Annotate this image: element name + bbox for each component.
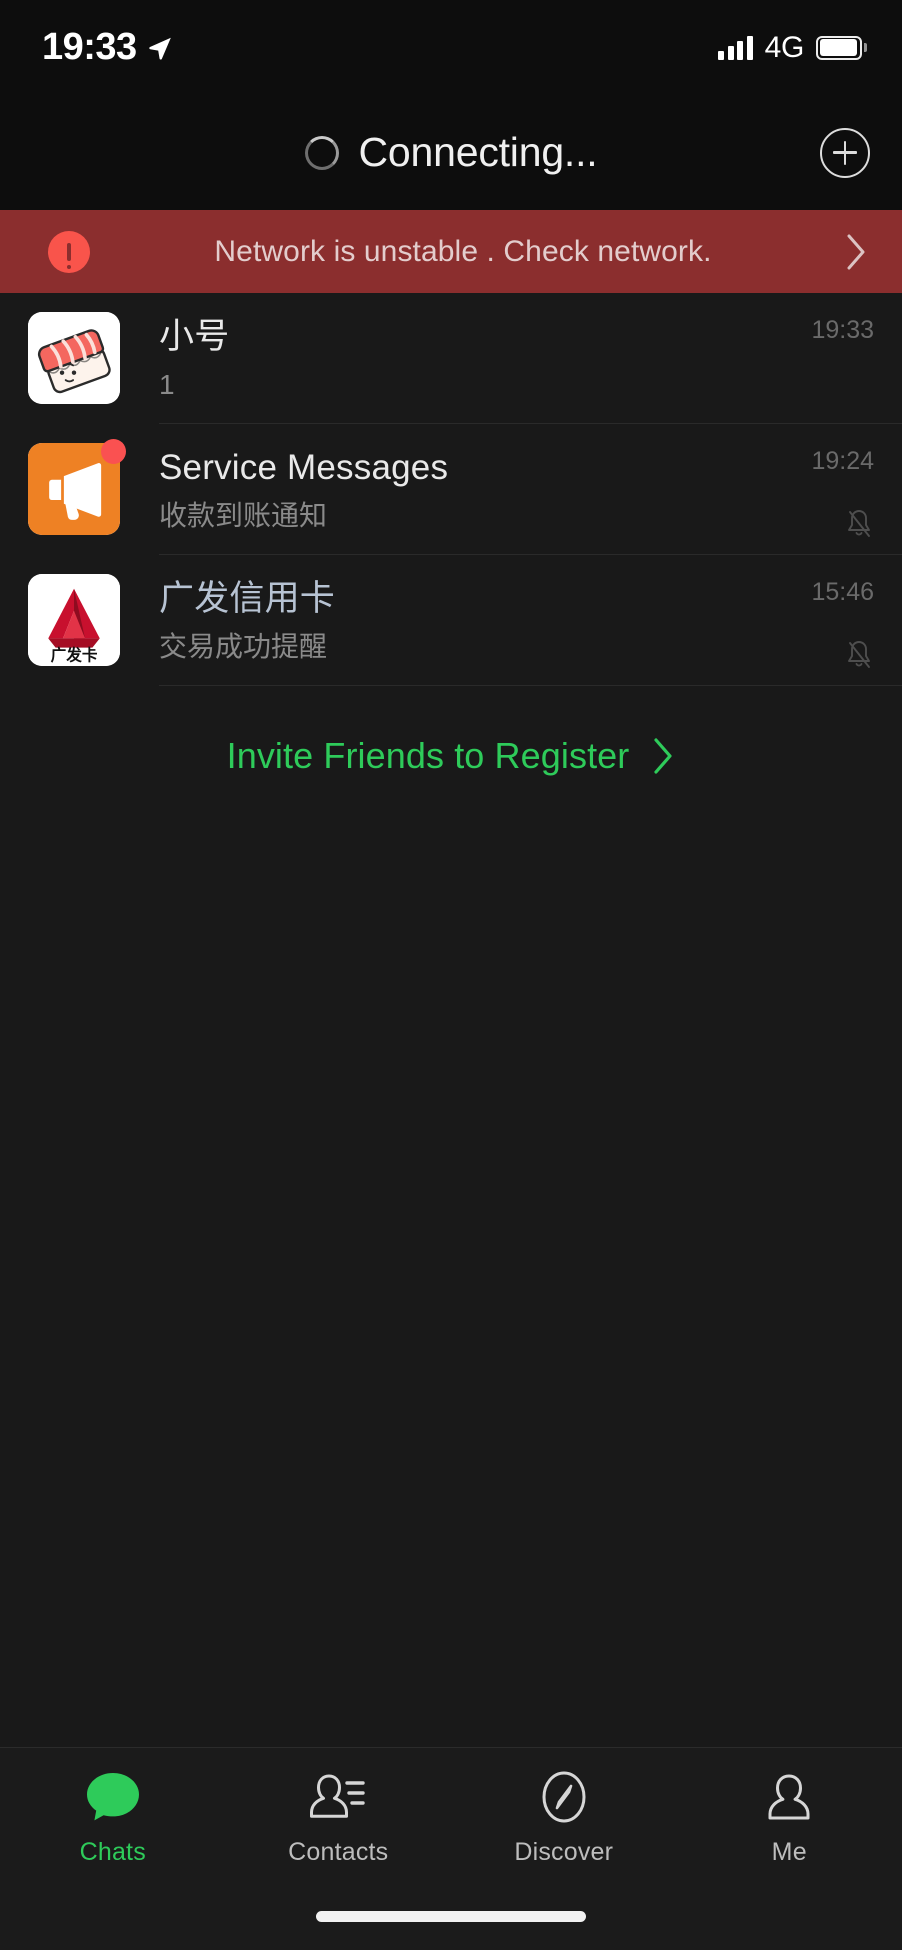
tab-label-discover: Discover <box>514 1838 614 1866</box>
location-arrow-icon <box>149 37 171 60</box>
avatar-container <box>28 312 120 404</box>
cgb-card-avatar: 广发卡 <box>28 574 120 666</box>
svg-text:广发卡: 广发卡 <box>51 645 98 664</box>
status-bar-clock: 19:33 <box>42 26 137 68</box>
tab-discover[interactable]: Discover <box>451 1770 677 1867</box>
chat-list-item[interactable]: 广发卡 广发信用卡 交易成功提醒 15:46 <box>0 555 902 686</box>
network-type-label: 4G <box>764 30 805 64</box>
tab-label-chats: Chats <box>79 1838 146 1866</box>
tab-me[interactable]: Me <box>677 1770 902 1867</box>
avatar-container <box>28 439 126 535</box>
chat-item-preview: 交易成功提醒 <box>159 630 328 662</box>
nav-title-group: Connecting... <box>304 129 598 176</box>
plus-circle-icon[interactable] <box>820 127 870 178</box>
chat-item-timestamp: 15:46 <box>811 578 874 606</box>
chevron-right-icon <box>847 234 865 269</box>
person-icon <box>762 1770 816 1824</box>
chat-bubble-icon <box>85 1770 141 1824</box>
unread-badge-dot <box>101 439 126 464</box>
status-bar-left: 19:33 <box>42 26 173 69</box>
chat-item-title: 广发信用卡 <box>159 578 336 618</box>
chat-item-body: Service Messages 收款到账通知 19:24 <box>159 424 902 555</box>
chat-list-item[interactable]: Service Messages 收款到账通知 19:24 <box>0 424 902 555</box>
chevron-right-icon <box>654 738 672 774</box>
chat-list: 小号 1 19:33 Service Messages 收款到账通知 19:24… <box>0 293 902 686</box>
compass-icon <box>537 1770 591 1824</box>
status-bar-right: 4G <box>718 30 867 65</box>
signal-bars-icon <box>718 35 753 60</box>
status-bar: 19:33 4G <box>0 0 902 95</box>
avatar-container: 广发卡 <box>28 574 120 666</box>
chat-item-title: 小号 <box>159 316 230 356</box>
nav-bar: Connecting... <box>0 95 902 210</box>
chat-item-preview: 1 <box>159 368 175 400</box>
chat-list-item[interactable]: 小号 1 19:33 <box>0 293 902 424</box>
sushi-avatar <box>28 312 120 404</box>
mute-bell-icon <box>844 507 874 544</box>
network-status-banner[interactable]: Network is unstable . Check network. <box>0 210 902 293</box>
chat-item-body: 小号 1 19:33 <box>159 293 902 424</box>
mute-bell-icon <box>844 638 874 675</box>
tab-label-contacts: Contacts <box>288 1838 389 1866</box>
contacts-icon <box>309 1770 367 1824</box>
invite-friends-row[interactable]: Invite Friends to Register <box>0 686 902 826</box>
tab-chats[interactable]: Chats <box>0 1770 226 1867</box>
chat-item-timestamp: 19:33 <box>811 316 874 344</box>
battery-icon <box>816 35 867 60</box>
chat-item-title: Service Messages <box>159 447 449 487</box>
chat-item-timestamp: 19:24 <box>811 447 874 475</box>
invite-friends-label: Invite Friends to Register <box>226 735 630 776</box>
network-banner-message: Network is unstable . Check network. <box>214 234 712 268</box>
bottom-tab-bar: Chats Contacts Discover Me <box>0 1747 902 1950</box>
tab-label-me: Me <box>771 1838 807 1866</box>
chat-item-preview: 收款到账通知 <box>159 499 328 531</box>
tab-contacts[interactable]: Contacts <box>226 1770 452 1867</box>
page-title: Connecting... <box>358 129 598 175</box>
home-indicator <box>316 1911 586 1922</box>
chat-item-body: 广发信用卡 交易成功提醒 15:46 <box>159 555 902 686</box>
loading-spinner-icon <box>304 135 339 170</box>
